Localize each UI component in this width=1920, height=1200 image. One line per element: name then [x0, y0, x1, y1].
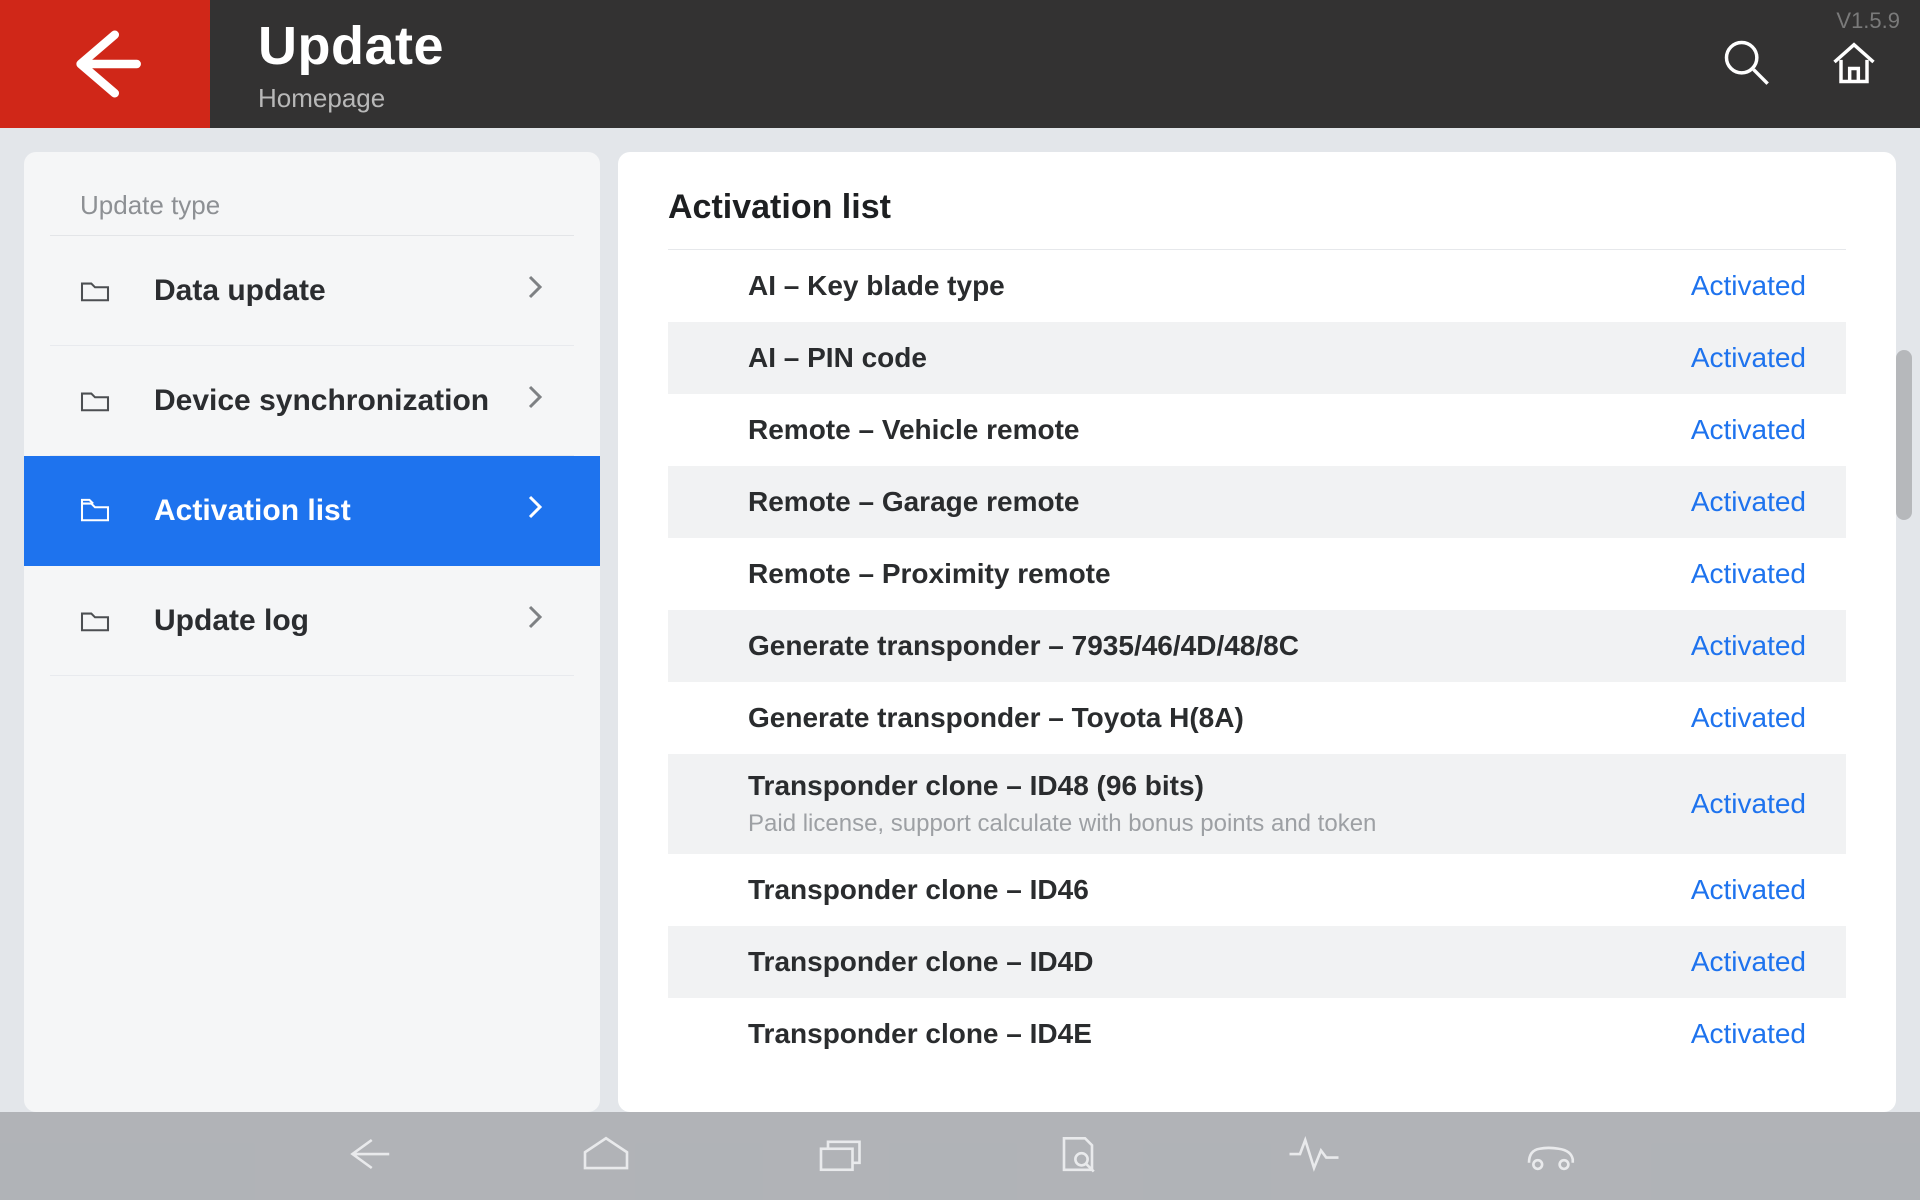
- status-badge: Activated: [1691, 1018, 1806, 1050]
- row-title: Transponder clone – ID4E: [748, 1018, 1691, 1050]
- version-label: V1.5.9: [1836, 8, 1900, 34]
- scrollbar-thumb[interactable]: [1896, 350, 1912, 520]
- nav-back-button[interactable]: [342, 1132, 398, 1181]
- main-title: Activation list: [668, 188, 1846, 227]
- car-icon: [1522, 1132, 1578, 1176]
- list-item[interactable]: Transponder clone – ID48 (96 bits) Paid l…: [668, 754, 1846, 854]
- sidebar-item-update-log[interactable]: Update log: [50, 566, 574, 676]
- home-button[interactable]: [1828, 36, 1880, 93]
- row-title: Remote – Vehicle remote: [748, 414, 1691, 446]
- nav-recent-button[interactable]: [814, 1132, 870, 1181]
- home-outline-icon: [578, 1132, 634, 1176]
- search-button[interactable]: [1720, 36, 1772, 93]
- row-title: Generate transponder – Toyota H(8A): [748, 702, 1691, 734]
- sidebar-item-label: Update log: [154, 604, 309, 638]
- chevron-right-icon: [526, 603, 544, 639]
- list-item[interactable]: Remote – Garage remoteActivated: [668, 466, 1846, 538]
- file-search-icon: [1050, 1132, 1106, 1176]
- search-icon: [1720, 36, 1772, 88]
- row-title: AI – Key blade type: [748, 270, 1691, 302]
- sidebar-item-data-update[interactable]: Data update: [50, 236, 574, 346]
- activation-list: AI – Key blade typeActivatedAI – PIN cod…: [668, 249, 1846, 1070]
- list-item[interactable]: Generate transponder – 7935/46/4D/48/8CA…: [668, 610, 1846, 682]
- status-badge: Activated: [1691, 702, 1806, 734]
- chevron-right-icon: [526, 493, 544, 529]
- row-title: AI – PIN code: [748, 342, 1691, 374]
- row-title: Remote – Proximity remote: [748, 558, 1691, 590]
- list-item[interactable]: Transponder clone – ID46Activated: [668, 854, 1846, 926]
- status-badge: Activated: [1691, 630, 1806, 662]
- list-item[interactable]: AI – Key blade typeActivated: [668, 250, 1846, 322]
- status-badge: Activated: [1691, 342, 1806, 374]
- list-item[interactable]: Generate transponder – Toyota H(8A)Activ…: [668, 682, 1846, 754]
- sidebar-item-activation-list[interactable]: Activation list: [24, 456, 600, 566]
- sidebar: Update type Data update Device synchroniz…: [24, 152, 600, 1112]
- activity-icon: [1286, 1132, 1342, 1176]
- breadcrumb: Homepage: [258, 83, 444, 114]
- arrow-left-icon: [342, 1132, 398, 1176]
- chevron-right-icon: [526, 273, 544, 309]
- page-title: Update: [258, 15, 444, 77]
- sidebar-item-label: Activation list: [154, 494, 351, 528]
- sidebar-item-label: Device synchronization: [154, 384, 489, 418]
- windows-icon: [814, 1132, 870, 1176]
- list-item[interactable]: Transponder clone – ID4DActivated: [668, 926, 1846, 998]
- nav-file-search-button[interactable]: [1050, 1132, 1106, 1181]
- nav-vehicle-button[interactable]: [1522, 1132, 1578, 1181]
- folder-icon: [80, 388, 118, 414]
- bottom-nav: [0, 1112, 1920, 1200]
- row-title: Transponder clone – ID48 (96 bits): [748, 770, 1691, 802]
- folder-icon: [80, 498, 118, 524]
- nav-activity-button[interactable]: [1286, 1132, 1342, 1181]
- row-title: Transponder clone – ID4D: [748, 946, 1691, 978]
- status-badge: Activated: [1691, 558, 1806, 590]
- status-badge: Activated: [1691, 788, 1806, 820]
- row-title: Generate transponder – 7935/46/4D/48/8C: [748, 630, 1691, 662]
- row-title: Remote – Garage remote: [748, 486, 1691, 518]
- home-icon: [1828, 36, 1880, 88]
- header-title-block: Update Homepage: [210, 0, 444, 128]
- list-item[interactable]: AI – PIN codeActivated: [668, 322, 1846, 394]
- status-badge: Activated: [1691, 414, 1806, 446]
- status-badge: Activated: [1691, 270, 1806, 302]
- row-subtitle: Paid license, support calculate with bon…: [748, 810, 1691, 838]
- folder-icon: [80, 608, 118, 634]
- sidebar-caption: Update type: [50, 176, 574, 236]
- status-badge: Activated: [1691, 946, 1806, 978]
- status-badge: Activated: [1691, 486, 1806, 518]
- list-item[interactable]: Remote – Vehicle remoteActivated: [668, 394, 1846, 466]
- main-panel: Activation list AI – Key blade typeActiv…: [618, 152, 1896, 1112]
- status-badge: Activated: [1691, 874, 1806, 906]
- nav-home-button[interactable]: [578, 1132, 634, 1181]
- app-header: Update Homepage V1.5.9: [0, 0, 1920, 128]
- row-title: Transponder clone – ID46: [748, 874, 1691, 906]
- list-item[interactable]: Remote – Proximity remoteActivated: [668, 538, 1846, 610]
- list-item[interactable]: Transponder clone – ID4EActivated: [668, 998, 1846, 1070]
- sidebar-item-device-synchronization[interactable]: Device synchronization: [50, 346, 574, 456]
- chevron-right-icon: [526, 383, 544, 419]
- arrow-left-icon: [66, 25, 144, 103]
- sidebar-item-label: Data update: [154, 274, 326, 308]
- back-button[interactable]: [0, 0, 210, 128]
- folder-icon: [80, 278, 118, 304]
